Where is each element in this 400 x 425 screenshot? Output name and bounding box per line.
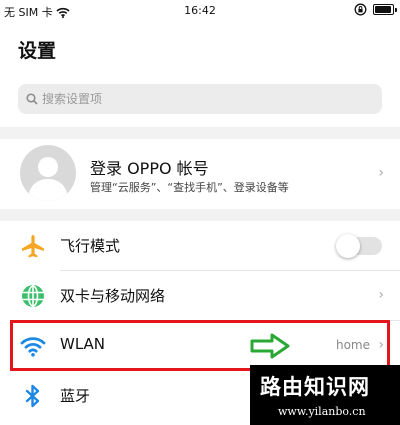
arrow-right-icon	[250, 333, 290, 359]
account-subtitle: 管理“云服务”、“查找手机”、登录设备等	[90, 181, 289, 194]
setting-label: 双卡与移动网络	[60, 287, 166, 305]
airplane-mode-toggle[interactable]	[336, 234, 382, 258]
chevron-right-icon: ›	[378, 287, 384, 303]
status-time: 16:42	[184, 4, 216, 17]
setting-label: 蓝牙	[60, 387, 91, 405]
account-row[interactable]: 登录 OPPO 帐号 管理“云服务”、“查找手机”、登录设备等 ›	[0, 139, 400, 209]
settings-header: 设置	[0, 22, 400, 127]
watermark-url: www.yilanbo.cn	[278, 405, 366, 418]
setting-label: 飞行模式	[60, 237, 121, 255]
setting-dual-sim-network[interactable]: 双卡与移动网络 ›	[0, 271, 400, 321]
search-bar[interactable]	[18, 84, 382, 114]
toggle-knob	[336, 234, 360, 258]
search-input[interactable]	[42, 92, 342, 106]
avatar	[20, 145, 76, 201]
airplane-icon	[22, 235, 44, 258]
status-right	[354, 3, 397, 16]
account-title: 登录 OPPO 帐号	[90, 159, 209, 178]
search-icon	[26, 93, 38, 105]
battery-icon	[373, 4, 397, 15]
watermark-title: 路由知识网	[260, 374, 370, 399]
default-avatar-icon	[28, 157, 68, 201]
wlan-highlight-box	[10, 320, 390, 371]
page-title: 设置	[18, 40, 57, 62]
setting-airplane-mode[interactable]: 飞行模式	[0, 221, 400, 271]
chevron-right-icon: ›	[378, 165, 384, 181]
battery-fill	[375, 6, 391, 13]
bluetooth-icon	[25, 384, 40, 408]
rotation-lock-icon	[354, 3, 367, 16]
watermark: 路由知识网 www.yilanbo.cn	[250, 365, 400, 425]
status-bar: 无 SIM 卡 16:42	[0, 0, 400, 22]
globe-icon	[22, 285, 44, 307]
